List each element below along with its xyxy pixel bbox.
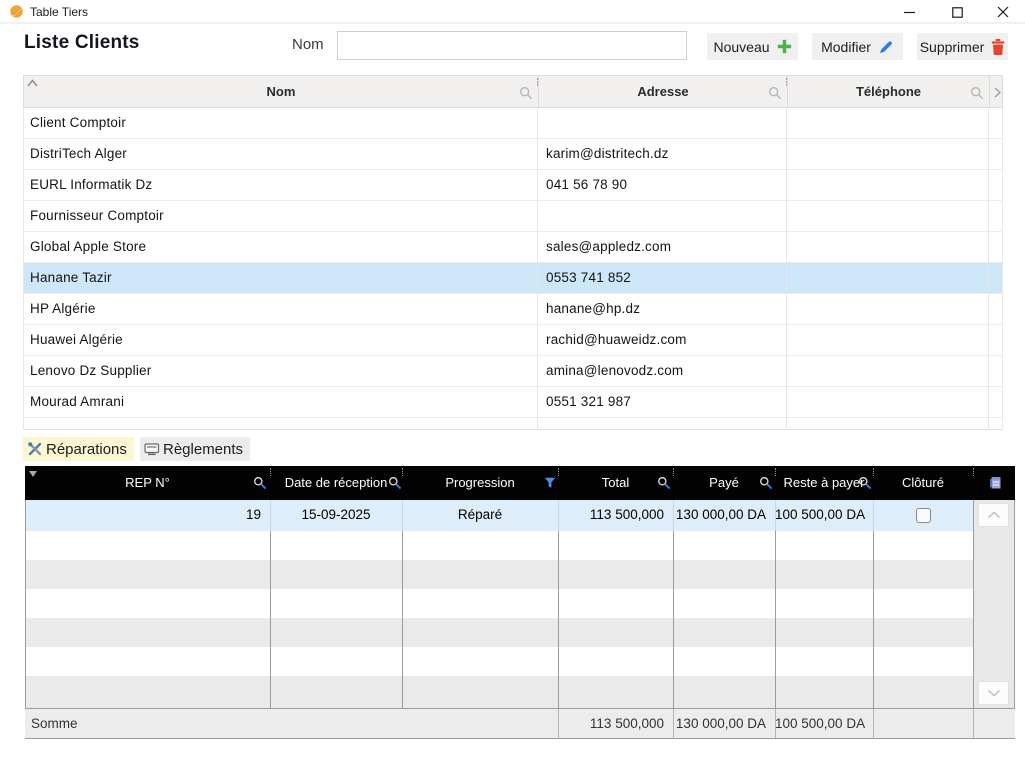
search-column-icon[interactable]: [657, 476, 671, 490]
empty-row[interactable]: [25, 618, 1015, 647]
chevron-right-icon: [994, 87, 1001, 98]
column-chooser-icon[interactable]: [989, 476, 1002, 490]
repair-total: 113 500,000: [558, 500, 673, 531]
minimize-icon: [904, 7, 915, 18]
cloture-checkbox[interactable]: [916, 508, 931, 523]
cash-register-icon: [144, 442, 160, 456]
minimize-button[interactable]: [893, 0, 925, 24]
client-row[interactable]: Fournisseur Comptoir: [24, 201, 1002, 232]
scroll-up-button[interactable]: [978, 503, 1009, 527]
column-header-rep-no[interactable]: REP N°: [25, 466, 270, 500]
tab-reparations-label: Réparations: [46, 441, 127, 458]
client-row[interactable]: DistriTech Alger karim@distritech.dz: [24, 139, 1002, 170]
trash-icon: [991, 39, 1005, 55]
client-row[interactable]: Global Apple Store sales@appledz.com: [24, 232, 1002, 263]
search-label: Nom: [292, 36, 324, 53]
edit-button-label: Modifier: [821, 39, 871, 55]
column-header-cloture[interactable]: Clôturé: [873, 466, 973, 500]
client-row[interactable]: Client Comptoir: [24, 108, 1002, 139]
column-separator: [988, 108, 989, 430]
empty-row[interactable]: [25, 589, 1015, 618]
window-title: Table Tiers: [30, 5, 88, 19]
summary-reste: 100 500,00 DA: [775, 709, 873, 738]
client-row[interactable]: EURL Informatik Dz 041 56 78 90: [24, 170, 1002, 201]
column-resize-handle[interactable]: [973, 468, 974, 476]
column-header-progression[interactable]: Progression: [402, 466, 558, 500]
column-header-adresse[interactable]: Adresse: [538, 76, 787, 109]
client-row[interactable]: Huawei Algérie rachid@huaweidz.com: [24, 325, 1002, 356]
empty-row[interactable]: [25, 560, 1015, 589]
delete-button-label: Supprimer: [920, 39, 985, 55]
client-row[interactable]: Mourad Amrani 0551 321 987: [24, 387, 1002, 418]
filter-funnel-icon[interactable]: [544, 477, 556, 489]
summary-label: Somme: [31, 709, 261, 738]
empty-row[interactable]: [25, 647, 1015, 676]
search-column-icon[interactable]: [759, 476, 773, 490]
search-column-icon[interactable]: [970, 86, 984, 100]
clients-table-header: Nom Adresse Téléphone: [23, 75, 1003, 108]
clients-table: Nom Adresse Téléphone Client Comptoir: [23, 75, 1003, 430]
page-title: Liste Clients: [24, 32, 140, 54]
tools-icon: [27, 441, 43, 457]
close-icon: [997, 6, 1009, 18]
column-header-total[interactable]: Total: [558, 466, 673, 500]
repair-rep-no: 19: [25, 500, 270, 531]
pencil-icon: [878, 39, 894, 55]
search-column-icon[interactable]: [768, 86, 782, 100]
summary-total: 113 500,000: [558, 709, 673, 738]
summary-paye: 130 000,00 DA: [673, 709, 775, 738]
search-column-icon[interactable]: [253, 476, 267, 490]
edit-button[interactable]: Modifier: [812, 33, 903, 60]
repair-date: 15-09-2025: [270, 500, 402, 531]
column-separator: [786, 108, 787, 430]
app-icon: [9, 4, 24, 19]
search-column-icon[interactable]: [858, 476, 872, 490]
scroll-down-button[interactable]: [978, 681, 1009, 705]
column-header-nom[interactable]: Nom: [24, 76, 538, 109]
new-button[interactable]: Nouveau: [707, 33, 798, 60]
repair-row-selected[interactable]: 19 15-09-2025 Réparé 113 500,000 130 000…: [25, 500, 1015, 531]
tab-reglements-label: Règlements: [163, 441, 243, 458]
close-button[interactable]: [987, 0, 1019, 24]
search-column-icon[interactable]: [388, 476, 402, 490]
tab-reparations[interactable]: Réparations: [23, 437, 134, 461]
repair-paye: 130 000,00 DA: [673, 500, 775, 531]
client-row[interactable]: HP Algérie hanane@hp.dz: [24, 294, 1002, 325]
repair-progression: Réparé: [402, 500, 558, 531]
summary-row: Somme 113 500,000 130 000,00 DA 100 500,…: [25, 708, 1015, 739]
client-row[interactable]: Lenovo Dz Supplier amina@lenovodz.com: [24, 356, 1002, 387]
plus-icon: [777, 39, 792, 54]
column-header-telephone[interactable]: Téléphone: [787, 76, 989, 109]
search-column-icon[interactable]: [519, 86, 533, 100]
maximize-button[interactable]: [941, 0, 973, 24]
client-row-selected[interactable]: Hanane Tazir 0553 741 852: [24, 263, 1002, 294]
tab-reglements[interactable]: Règlements: [140, 437, 250, 461]
vertical-scrollbar[interactable]: [974, 500, 1014, 708]
column-header-date[interactable]: Date de réception: [270, 466, 402, 500]
repairs-table-header: REP N° Date de réception Progression Tot…: [25, 466, 1015, 500]
clients-table-body: Client Comptoir DistriTech Alger karim@d…: [23, 108, 1003, 430]
repairs-table: REP N° Date de réception Progression Tot…: [25, 466, 1015, 740]
repair-reste: 100 500,00 DA: [775, 500, 873, 531]
chevron-down-icon: [987, 689, 1001, 697]
column-separator: [537, 108, 538, 430]
empty-row[interactable]: [25, 676, 1015, 708]
chevron-up-icon: [987, 511, 1001, 519]
scroll-right-button[interactable]: [989, 76, 1004, 109]
app-window: Table Tiers Liste Clients Nom Nouveau Mo…: [0, 0, 1025, 769]
maximize-icon: [952, 7, 963, 18]
search-input[interactable]: [337, 31, 687, 60]
delete-button[interactable]: Supprimer: [917, 33, 1008, 60]
empty-row[interactable]: [25, 531, 1015, 560]
new-button-label: Nouveau: [713, 39, 769, 55]
title-bar: Table Tiers: [0, 0, 1025, 24]
